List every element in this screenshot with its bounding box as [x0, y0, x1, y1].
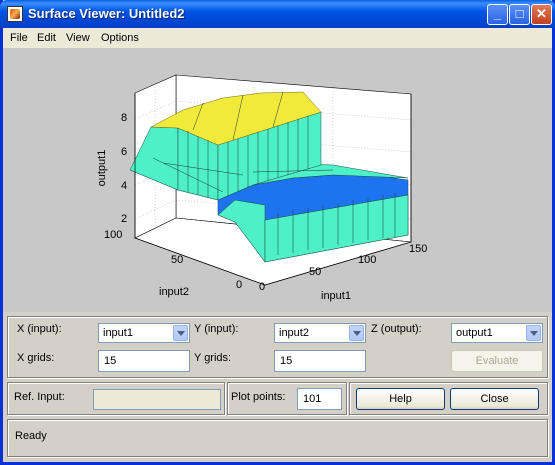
- menu-file[interactable]: File: [10, 32, 28, 44]
- status-panel: Ready: [7, 419, 548, 457]
- x-grids-input[interactable]: 15: [98, 350, 190, 372]
- z-tick-4: 4: [121, 180, 127, 192]
- y-input-label: Y (input):: [194, 323, 239, 335]
- y-grids-label: Y grids:: [194, 352, 232, 364]
- x-grids-label: X grids:: [17, 352, 55, 364]
- plot-points-value: 101: [303, 393, 322, 405]
- y-tick-0: 0: [236, 279, 242, 291]
- matlab-icon: [7, 6, 23, 22]
- y-input-select[interactable]: input2: [274, 323, 366, 343]
- x-tick-100: 100: [358, 254, 376, 266]
- chevron-down-icon[interactable]: [349, 325, 364, 341]
- close-button[interactable]: Close: [450, 388, 539, 410]
- y-tick-50: 50: [171, 254, 183, 266]
- maximize-icon[interactable]: □: [509, 4, 530, 25]
- z-tick-6: 6: [121, 146, 127, 158]
- menu-options[interactable]: Options: [101, 32, 139, 44]
- evaluate-button[interactable]: Evaluate: [451, 350, 543, 372]
- x-grids-value: 15: [104, 355, 117, 367]
- menu-view[interactable]: View: [66, 32, 90, 44]
- close-icon[interactable]: ✕: [531, 4, 552, 25]
- y-grids-value: 15: [280, 355, 293, 367]
- button-panel: Help Close: [349, 382, 548, 415]
- axis-controls-panel: X (input): input1 Y (input): input2 Z (o…: [7, 316, 548, 378]
- minimize-icon[interactable]: _: [487, 4, 508, 25]
- ref-input-label: Ref. Input:: [14, 391, 65, 403]
- x-tick-150: 150: [409, 243, 427, 255]
- window-title: Surface Viewer: Untitled2: [28, 6, 185, 21]
- help-button[interactable]: Help: [356, 388, 445, 410]
- menu-bar: File Edit View Options: [3, 28, 552, 48]
- z-axis-label: output1: [96, 150, 108, 187]
- z-output-label: Z (output):: [371, 323, 422, 335]
- ref-input-panel: Ref. Input:: [7, 382, 225, 415]
- y-tick-100: 100: [104, 229, 122, 241]
- y-grids-input[interactable]: 15: [274, 350, 366, 372]
- y-input-value: input2: [279, 327, 309, 339]
- surface-plot-area[interactable]: 8 6 4 2 output1 100 50 0 input2 0 50 100…: [3, 48, 552, 312]
- y-axis-label: input2: [159, 286, 189, 298]
- x-input-select[interactable]: input1: [98, 323, 190, 343]
- z-tick-2: 2: [121, 213, 127, 225]
- plot-points-panel: Plot points: 101: [227, 382, 347, 415]
- z-output-value: output1: [456, 327, 493, 339]
- surface-viewer-window: Surface Viewer: Untitled2 _ □ ✕ File Edi…: [0, 0, 555, 465]
- x-tick-50: 50: [309, 266, 321, 278]
- x-input-label: X (input):: [17, 323, 62, 335]
- x-tick-0: 0: [259, 281, 265, 293]
- surface-plot[interactable]: 8 6 4 2 output1 100 50 0 input2 0 50 100…: [3, 48, 552, 312]
- menu-edit[interactable]: Edit: [37, 32, 56, 44]
- plot-points-input[interactable]: 101: [297, 388, 342, 410]
- x-axis-label: input1: [321, 290, 351, 302]
- chevron-down-icon[interactable]: [173, 325, 188, 341]
- z-output-select[interactable]: output1: [451, 323, 543, 343]
- chevron-down-icon[interactable]: [526, 325, 541, 341]
- plot-points-label: Plot points:: [231, 391, 286, 403]
- title-bar[interactable]: Surface Viewer: Untitled2 _ □ ✕: [0, 0, 555, 28]
- status-text: Ready: [15, 430, 47, 442]
- x-input-value: input1: [103, 327, 133, 339]
- z-tick-8: 8: [121, 112, 127, 124]
- ref-input-field[interactable]: [93, 389, 221, 410]
